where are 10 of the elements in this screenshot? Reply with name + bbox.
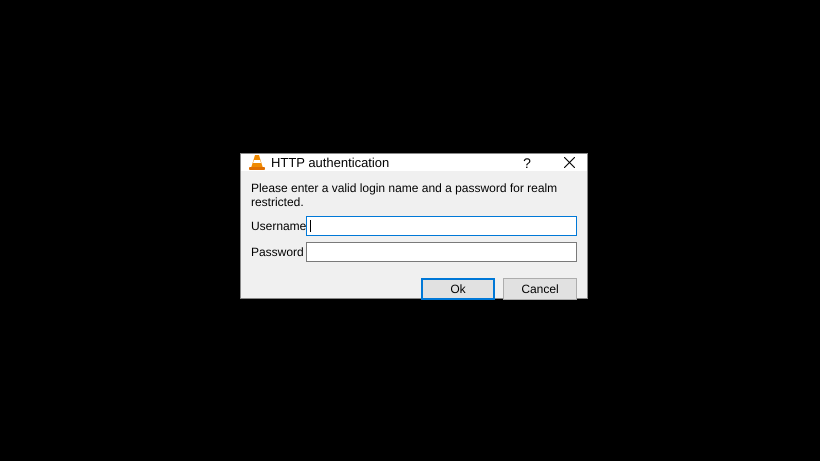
close-icon[interactable] [564,157,575,168]
input-field[interactable] [306,216,577,236]
dialog-button[interactable]: Cancel [503,278,577,300]
window-title: HTTP authentication [271,155,390,170]
field-label: Password [251,245,305,259]
dialog-button[interactable]: Ok [421,278,495,300]
input-field[interactable] [306,242,577,262]
field-label: Username [251,219,306,233]
help-button[interactable]: ? [518,154,536,170]
message-text: Please enter a valid login name and a password for realm restricted. [251,181,558,209]
